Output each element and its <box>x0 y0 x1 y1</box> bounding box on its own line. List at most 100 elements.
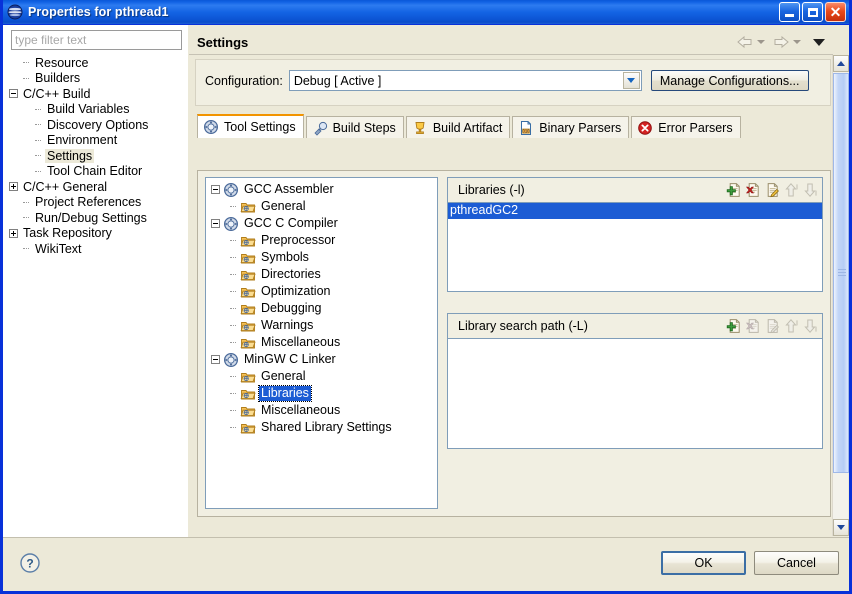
configuration-dropdown[interactable]: Debug [ Active ] <box>288 70 642 91</box>
tool-tree-item-gcc-assembler[interactable]: GCC Assembler <box>206 181 437 198</box>
folder-icon <box>240 253 256 263</box>
list-panel-items[interactable]: pthreadGC2 <box>447 203 823 292</box>
sidebar-item-run-debug-settings[interactable]: Run/Debug Settings <box>3 210 188 226</box>
tool-tree-item-label: Symbols <box>261 250 309 264</box>
back-arrow-icon[interactable] <box>735 34 755 50</box>
sidebar-item-tool-chain-editor[interactable]: Tool Chain Editor <box>3 164 188 180</box>
folder-icon <box>240 338 256 348</box>
tree-connector-icon <box>228 338 237 347</box>
ok-button[interactable]: OK <box>661 551 746 575</box>
tool-tree-item-optimization[interactable]: Optimization <box>206 283 437 300</box>
tool-tree-item-shared-library-settings[interactable]: Shared Library Settings <box>206 419 437 436</box>
sidebar-item-project-references[interactable]: Project References <box>3 195 188 211</box>
list-panel-library-search-path-l: Library search path (-L) <box>447 313 823 449</box>
collapse-icon[interactable] <box>211 219 220 228</box>
minimize-button[interactable] <box>779 2 800 22</box>
tool-tree-item-general[interactable]: General <box>206 368 437 385</box>
scroll-up-button[interactable] <box>833 55 849 72</box>
tree-connector-icon <box>33 151 42 160</box>
tab-build-artifact[interactable]: Build Artifact <box>405 116 511 138</box>
tab-error-parsers[interactable]: Error Parsers <box>631 116 741 138</box>
content-vertical-scrollbar[interactable] <box>832 55 849 536</box>
scrollbar-thumb[interactable] <box>833 73 849 473</box>
folder-icon <box>240 406 256 416</box>
sidebar-item-label: Discovery Options <box>47 117 149 132</box>
tool-tree-item-miscellaneous[interactable]: Miscellaneous <box>206 402 437 419</box>
scroll-down-button[interactable] <box>833 519 849 536</box>
settings-page-content: Configuration: Debug [ Active ] Manage C… <box>195 59 831 533</box>
tool-tree-item-symbols[interactable]: Symbols <box>206 249 437 266</box>
tool-tree-item-general[interactable]: General <box>206 198 437 215</box>
tool-tree-item-label: Optimization <box>261 284 331 298</box>
folder-icon <box>240 287 256 297</box>
close-button[interactable]: ✕ <box>825 2 846 22</box>
tool-tree-item-miscellaneous[interactable]: Miscellaneous <box>206 334 437 351</box>
sidebar-item-build-variables[interactable]: Build Variables <box>3 102 188 118</box>
folder-icon <box>240 202 256 212</box>
configuration-selected-value: Debug [ Active ] <box>293 73 382 88</box>
sidebar-item-c-c-build[interactable]: C/C++ Build <box>3 86 188 102</box>
tool-tree-item-directories[interactable]: Directories <box>206 266 437 283</box>
tool-tree-item-preprocessor[interactable]: Preprocessor <box>206 232 437 249</box>
filter-container <box>3 25 188 52</box>
binary-parsers-icon: 010 <box>521 120 532 135</box>
list-item[interactable]: pthreadGC2 <box>448 203 822 219</box>
sidebar-item-resource[interactable]: Resource <box>3 55 188 71</box>
list-panel-header: Libraries (-l) <box>447 177 823 203</box>
sidebar-item-c-c-general[interactable]: C/C++ General <box>3 179 188 195</box>
tool-tree-item-mingw-c-linker[interactable]: MinGW C Linker <box>206 351 437 368</box>
edit-icon[interactable] <box>764 182 780 198</box>
list-panel-toolbar <box>726 182 818 198</box>
chevron-down-icon[interactable] <box>622 72 640 89</box>
forward-dropdown-caret-icon[interactable] <box>793 40 801 44</box>
tool-settings-tab-panel: GCC Assembler General GCC C Compiler Prepro… <box>197 170 831 517</box>
tool-tree-item-debugging[interactable]: Debugging <box>206 300 437 317</box>
collapse-icon[interactable] <box>211 355 220 364</box>
list-panel-title: Library search path (-L) <box>458 319 588 333</box>
tool-tree-item-libraries[interactable]: Libraries <box>206 385 437 402</box>
sidebar-item-discovery-options[interactable]: Discovery Options <box>3 117 188 133</box>
delete-icon[interactable] <box>745 182 761 198</box>
sidebar-item-settings[interactable]: Settings <box>3 148 188 164</box>
help-question-icon[interactable]: ? <box>19 552 41 574</box>
tree-connector-icon <box>228 321 237 330</box>
tree-connector-icon <box>228 304 237 313</box>
tab-binary-parsers[interactable]: 010 Binary Parsers <box>512 116 630 138</box>
maximize-button[interactable] <box>802 2 823 22</box>
tool-tree-item-warnings[interactable]: Warnings <box>206 317 437 334</box>
add-icon[interactable] <box>726 318 742 334</box>
sidebar-item-task-repository[interactable]: Task Repository <box>3 226 188 242</box>
manage-configurations-button[interactable]: Manage Configurations... <box>650 70 809 91</box>
cancel-button[interactable]: Cancel <box>754 551 839 575</box>
tree-connector-icon <box>228 270 237 279</box>
dialog-body: ResourceBuildersC/C++ BuildBuild Variabl… <box>3 25 849 537</box>
back-dropdown-caret-icon[interactable] <box>757 40 765 44</box>
collapse-icon[interactable] <box>9 89 18 99</box>
sidebar-item-builders[interactable]: Builders <box>3 71 188 87</box>
header-separator <box>189 54 833 55</box>
dialog-actions: OK Cancel <box>661 551 839 575</box>
sidebar-item-wikitext[interactable]: WikiText <box>3 241 188 257</box>
add-icon[interactable] <box>726 182 742 198</box>
svg-text:010: 010 <box>523 128 531 133</box>
tab-build-steps[interactable]: Build Steps <box>305 116 404 138</box>
tree-connector-icon <box>228 423 237 432</box>
tool-tree-item-gcc-c-compiler[interactable]: GCC C Compiler <box>206 215 437 232</box>
tab-label: Tool Settings <box>224 120 296 134</box>
page-header-navigation <box>735 34 825 50</box>
expand-icon[interactable] <box>9 228 18 238</box>
filter-input[interactable] <box>11 30 182 50</box>
tree-connector-icon <box>33 136 42 145</box>
tree-connector-icon <box>21 58 30 67</box>
sidebar-item-environment[interactable]: Environment <box>3 133 188 149</box>
window-controls: ✕ <box>779 2 846 22</box>
expand-icon[interactable] <box>9 182 18 192</box>
tree-connector-icon <box>228 372 237 381</box>
view-menu-chevron-icon[interactable] <box>813 38 825 46</box>
settings-nav-tree: Resource Builders C/C++ Build Build Variabl… <box>3 52 188 257</box>
tab-tool-settings[interactable]: Tool Settings <box>197 114 304 138</box>
collapse-icon[interactable] <box>211 185 220 194</box>
list-panel-items[interactable] <box>447 339 823 449</box>
forward-arrow-icon[interactable] <box>771 34 791 50</box>
tree-connector-icon <box>228 202 237 211</box>
